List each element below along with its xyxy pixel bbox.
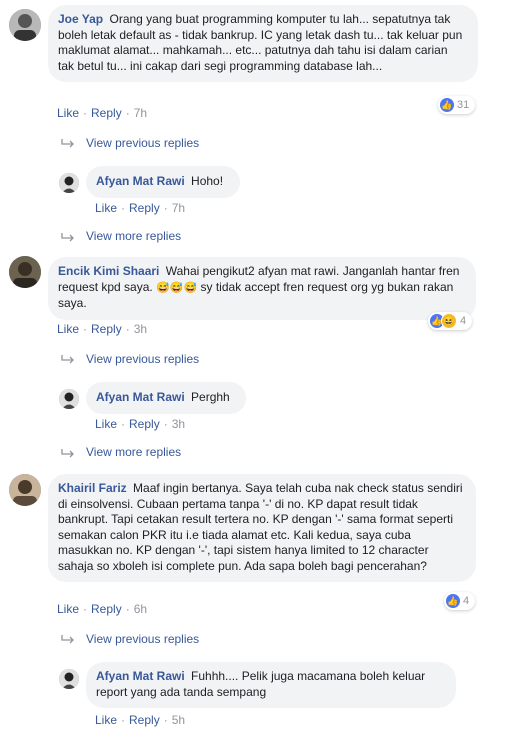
reply-arrow-icon bbox=[61, 233, 74, 242]
comment-actions: Like · Reply · 7h bbox=[57, 106, 148, 120]
reply-text: Perghh bbox=[191, 390, 230, 404]
reply-bubble: Afyan Mat Rawi Hoho! bbox=[86, 166, 240, 198]
reaction-count[interactable]: 👍 😆 4 bbox=[428, 312, 473, 330]
view-more-replies[interactable]: View more replies bbox=[86, 445, 181, 459]
laughing-face-icon: 😆 bbox=[441, 313, 457, 329]
thumbs-up-icon: 👍 bbox=[440, 98, 454, 112]
view-previous-replies[interactable]: View previous replies bbox=[86, 136, 199, 150]
reply-author[interactable]: Afyan Mat Rawi bbox=[96, 174, 185, 188]
comment-text: Orang yang buat programming komputer tu … bbox=[58, 12, 463, 73]
timestamp: 6h bbox=[133, 602, 148, 616]
reply-link[interactable]: Reply bbox=[129, 201, 160, 215]
avatar-afyan[interactable] bbox=[59, 173, 79, 193]
reply-author[interactable]: Afyan Mat Rawi bbox=[96, 390, 185, 404]
avatar-khairil-fariz[interactable] bbox=[9, 474, 41, 506]
avatar-joe-yap[interactable] bbox=[9, 9, 41, 41]
reply-actions: Like · Reply · 5h bbox=[95, 713, 186, 727]
commenter-name[interactable]: Encik Kimi Shaari bbox=[58, 264, 159, 278]
comment-bubble: Encik Kimi Shaari Wahai pengikut2 afyan … bbox=[48, 257, 476, 320]
reply-arrow-icon bbox=[61, 449, 74, 458]
reply-link[interactable]: Reply bbox=[129, 713, 160, 727]
reply-arrow-icon bbox=[61, 355, 74, 364]
avatar-afyan[interactable] bbox=[59, 389, 79, 409]
comment-actions: Like · Reply · 6h bbox=[57, 602, 148, 616]
like-link[interactable]: Like bbox=[57, 322, 79, 336]
like-link[interactable]: Like bbox=[57, 602, 79, 616]
timestamp: 7h bbox=[133, 106, 148, 120]
reaction-count[interactable]: 👍 4 bbox=[444, 592, 476, 610]
reply-author[interactable]: Afyan Mat Rawi bbox=[96, 669, 185, 683]
timestamp: 3h bbox=[133, 322, 148, 336]
timestamp: 3h bbox=[171, 417, 186, 431]
like-link[interactable]: Like bbox=[95, 201, 117, 215]
reply-link[interactable]: Reply bbox=[91, 106, 122, 120]
reply-link[interactable]: Reply bbox=[129, 417, 160, 431]
sweat-smile-emoji: 😅😅😅 bbox=[156, 281, 198, 294]
like-link[interactable]: Like bbox=[95, 713, 117, 727]
timestamp: 7h bbox=[171, 201, 186, 215]
reply-link[interactable]: Reply bbox=[91, 602, 122, 616]
view-more-replies[interactable]: View more replies bbox=[86, 229, 181, 243]
reply-link[interactable]: Reply bbox=[91, 322, 122, 336]
comment-bubble: Joe Yap Orang yang buat programming komp… bbox=[48, 5, 478, 82]
reply-arrow-icon bbox=[61, 139, 74, 148]
commenter-name[interactable]: Joe Yap bbox=[58, 12, 103, 26]
reply-actions: Like · Reply · 3h bbox=[95, 417, 186, 431]
commenter-name[interactable]: Khairil Fariz bbox=[58, 481, 127, 495]
reply-actions: Like · Reply · 7h bbox=[95, 201, 186, 215]
reaction-count[interactable]: 👍 31 bbox=[438, 96, 476, 114]
view-previous-replies[interactable]: View previous replies bbox=[86, 632, 199, 646]
view-previous-replies[interactable]: View previous replies bbox=[86, 352, 199, 366]
reply-bubble: Afyan Mat Rawi Perghh bbox=[86, 382, 246, 414]
avatar-afyan[interactable] bbox=[59, 669, 79, 689]
comment-actions: Like · Reply · 3h bbox=[57, 322, 148, 336]
timestamp: 5h bbox=[171, 713, 186, 727]
like-link[interactable]: Like bbox=[57, 106, 79, 120]
reply-arrow-icon bbox=[61, 635, 74, 644]
avatar-kimi-shaari[interactable] bbox=[9, 256, 41, 288]
thumbs-up-icon: 👍 bbox=[446, 594, 460, 608]
comment-bubble: Khairil Fariz Maaf ingin bertanya. Saya … bbox=[48, 474, 476, 582]
reply-text: Hoho! bbox=[191, 174, 224, 188]
reply-bubble: Afyan Mat Rawi Fuhhh.... Pelik juga maca… bbox=[86, 662, 456, 708]
like-link[interactable]: Like bbox=[95, 417, 117, 431]
